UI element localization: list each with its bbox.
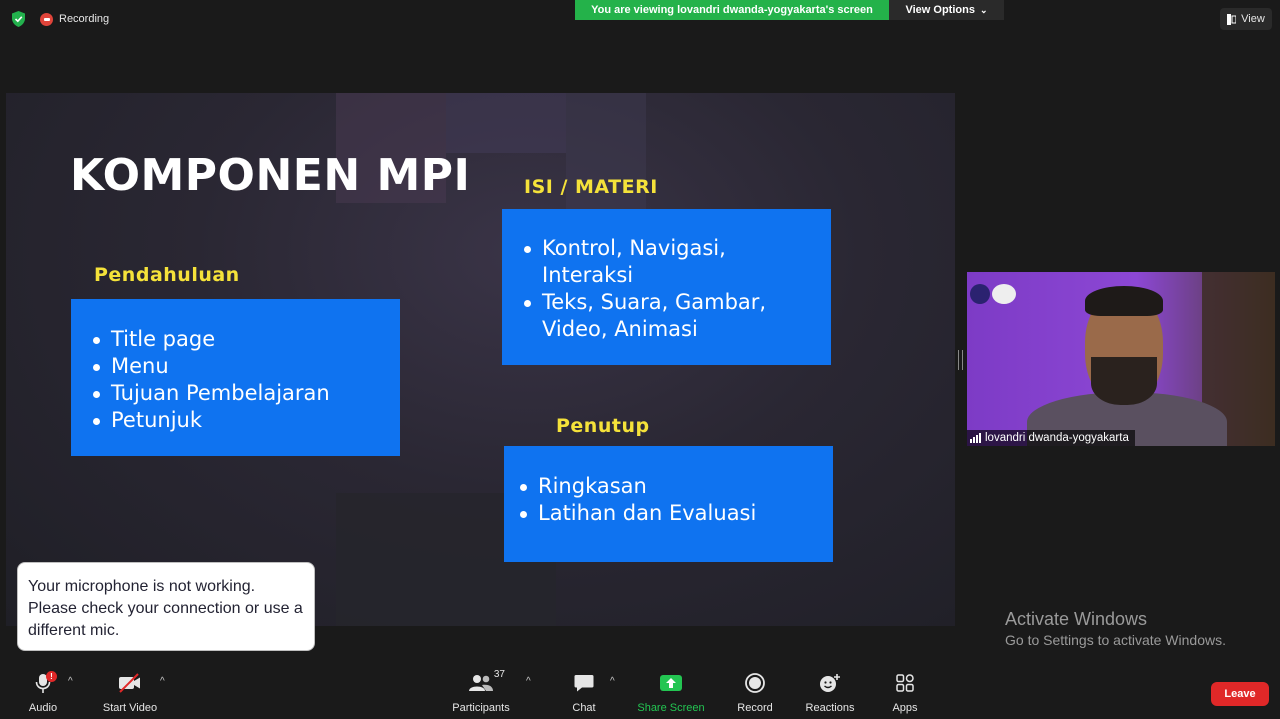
participant-video-image [967, 272, 1275, 446]
participants-icon [469, 675, 493, 691]
section-heading-penutup: Penutup [556, 415, 650, 437]
participants-options-caret[interactable]: ^ [526, 676, 531, 687]
chat-icon-wrap [574, 664, 594, 702]
record-icon [745, 673, 765, 693]
activate-windows-title: Activate Windows [1005, 609, 1148, 629]
view-button[interactable]: View [1220, 8, 1272, 30]
list-item: Petunjuk [91, 407, 400, 434]
recording-indicator[interactable]: Recording [40, 10, 109, 28]
reactions-button[interactable]: Reactions [804, 664, 856, 714]
view-options-button[interactable]: View Options ⌄ [889, 0, 1004, 20]
view-grid-icon [1227, 13, 1237, 25]
reactions-label: Reactions [805, 702, 855, 714]
shared-screen-slide: KOMPONEN MPI Pendahuluan Title page Menu… [6, 93, 955, 626]
participant-count: 37 [493, 669, 505, 680]
viewing-screen-banner: You are viewing lovandri dwanda-yogyakar… [575, 0, 889, 20]
record-label: Record [737, 702, 773, 714]
list-item: Kontrol, Navigasi, Interaksi [522, 235, 792, 289]
security-shield-icon[interactable] [11, 11, 26, 27]
slide-title: KOMPONEN MPI [70, 150, 471, 201]
chat-options-caret[interactable]: ^ [610, 676, 615, 687]
share-screen-icon [660, 675, 682, 691]
signal-strength-icon [970, 433, 981, 443]
section-heading-isi-materi: ISI / MATERI [524, 176, 658, 198]
audio-warning-badge: ! [46, 671, 57, 682]
penutup-list: Ringkasan Latihan dan Evaluasi [518, 473, 833, 527]
share-screen-button[interactable]: Share Screen [637, 664, 705, 714]
chevron-down-icon: ⌄ [979, 4, 988, 15]
view-options-label: View Options [905, 4, 975, 16]
isi-materi-list: Kontrol, Navigasi, Interaksi Teks, Suara… [522, 235, 792, 343]
recording-icon [40, 12, 53, 26]
audio-options-caret[interactable]: ^ [68, 676, 73, 687]
participants-icon-wrap: 37 [469, 664, 505, 702]
list-item: Title page [91, 326, 400, 353]
chat-icon [574, 675, 594, 692]
video-options-caret[interactable]: ^ [160, 676, 165, 687]
reactions-icon-wrap [819, 664, 841, 702]
isi-materi-box: Kontrol, Navigasi, Interaksi Teks, Suara… [502, 209, 831, 365]
meeting-toolbar: ! Audio ^ Start Video ^ 37 Participants … [0, 664, 1280, 719]
record-icon-wrap [745, 664, 765, 702]
top-bar: Recording You are viewing lovandri dwand… [0, 0, 1280, 40]
microphone-warning-toast: Your microphone is not working. Please c… [17, 562, 315, 651]
leave-button[interactable]: Leave [1211, 682, 1269, 706]
apps-icon-wrap [896, 664, 914, 702]
panel-resize-handle[interactable] [958, 350, 963, 370]
participants-button[interactable]: 37 Participants [450, 664, 512, 714]
participants-label: Participants [452, 702, 510, 714]
list-item: Latihan dan Evaluasi [518, 500, 833, 527]
share-icon-wrap [659, 664, 683, 702]
participant-video-tile[interactable]: lovandri dwanda-yogyakarta [967, 272, 1275, 446]
list-item: Teks, Suara, Gambar, Video, Animasi [522, 289, 792, 343]
audio-icon-wrap: ! [35, 664, 57, 702]
apps-button[interactable]: Apps [888, 664, 922, 714]
view-label: View [1241, 13, 1265, 25]
activate-windows-subtitle: Go to Settings to activate Windows. [1005, 632, 1226, 648]
participant-name-label: lovandri dwanda-yogyakarta [967, 430, 1135, 446]
video-icon-wrap [117, 664, 143, 702]
reactions-icon [820, 674, 840, 692]
share-screen-label: Share Screen [637, 702, 705, 714]
participant-name: lovandri dwanda-yogyakarta [985, 432, 1129, 444]
video-off-icon [119, 673, 140, 693]
apps-icon [896, 674, 914, 692]
start-video-button[interactable]: Start Video [100, 664, 160, 714]
chat-button[interactable]: Chat [564, 664, 604, 714]
audio-label: Audio [28, 702, 58, 714]
list-item: Menu [91, 353, 400, 380]
pendahuluan-box: Title page Menu Tujuan Pembelajaran Petu… [71, 299, 400, 456]
apps-label: Apps [892, 702, 918, 714]
list-item: Tujuan Pembelajaran [91, 380, 400, 407]
recording-label: Recording [59, 13, 110, 25]
audio-button[interactable]: ! Audio [22, 664, 64, 714]
list-item: Ringkasan [518, 473, 833, 500]
start-video-label: Start Video [102, 702, 158, 714]
chat-label: Chat [572, 702, 596, 714]
record-button[interactable]: Record [735, 664, 775, 714]
pendahuluan-list: Title page Menu Tujuan Pembelajaran Petu… [91, 326, 400, 434]
background-decoration [446, 93, 566, 153]
penutup-box: Ringkasan Latihan dan Evaluasi [504, 446, 833, 562]
section-heading-pendahuluan: Pendahuluan [94, 264, 240, 286]
